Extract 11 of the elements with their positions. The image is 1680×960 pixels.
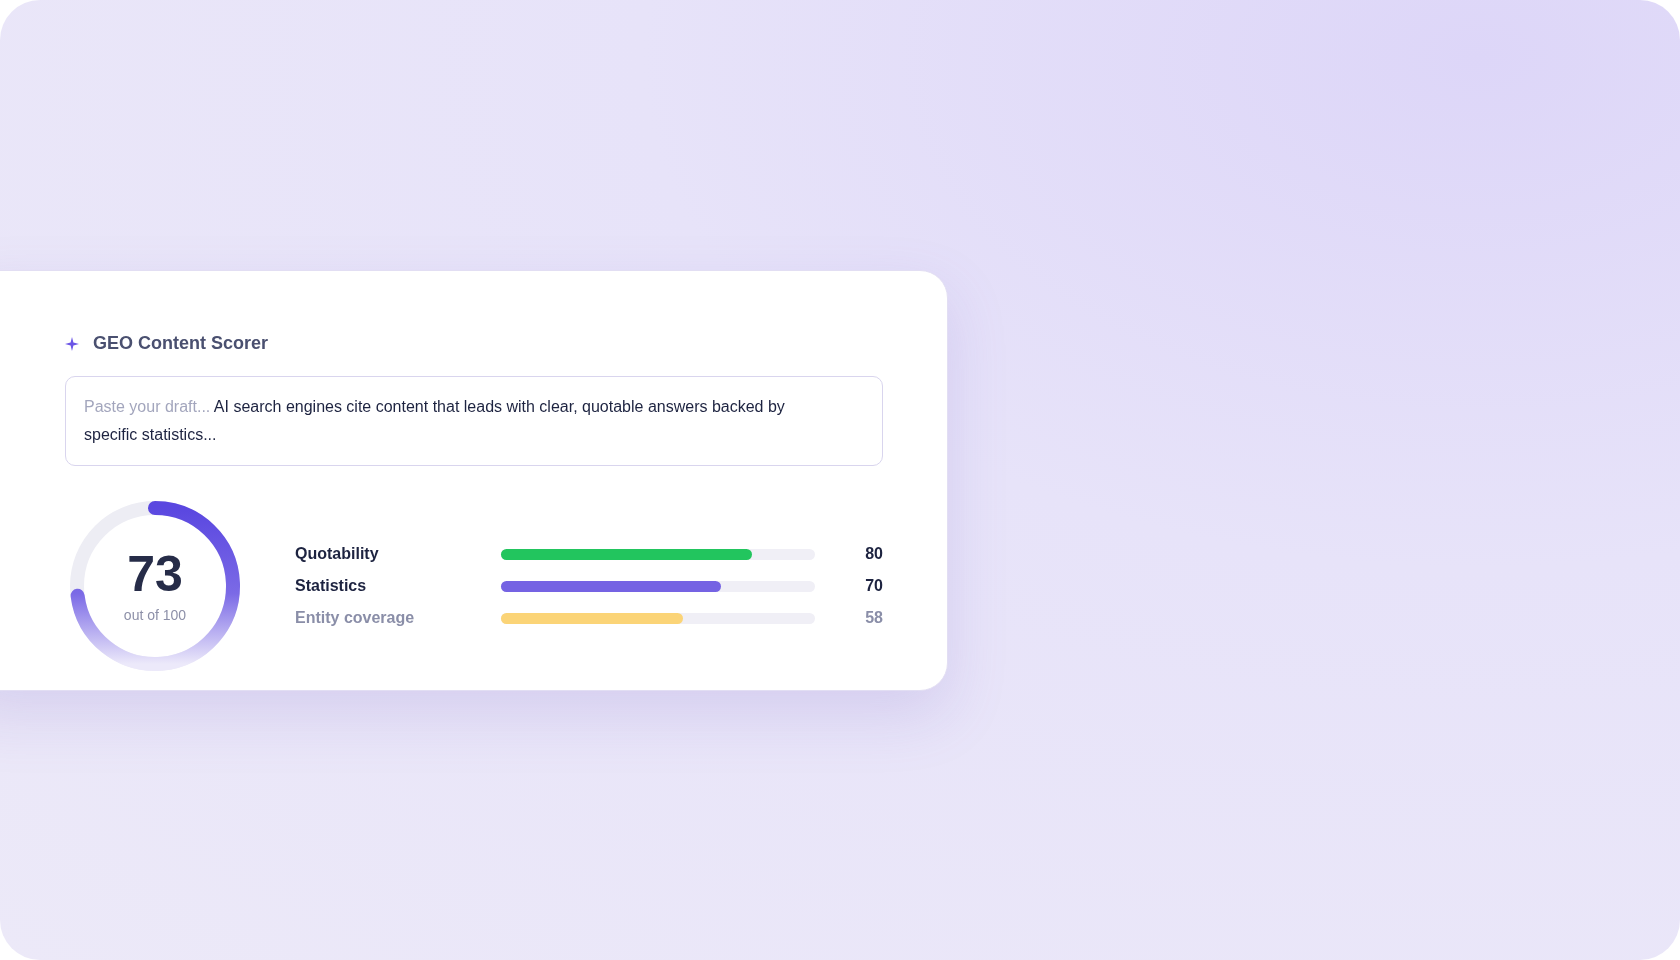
score-caption: out of 100 [123,607,187,623]
metric-value: 80 [865,545,883,563]
metric-label: Entity coverage [295,609,416,627]
metric-label: Statistics [295,577,368,595]
metric-value: 70 [865,577,883,595]
metric-value: 58 [865,609,883,627]
sparkle-icon [65,336,79,351]
card-title: GEO Content Scorer [93,333,269,354]
score-value: 73 [127,549,183,599]
metric-label: Quotability [295,545,380,563]
draft-field[interactable]: Paste your draft... AI search engines cite content that leads with clear, quotable answers backed by specific statistics... [65,376,883,466]
